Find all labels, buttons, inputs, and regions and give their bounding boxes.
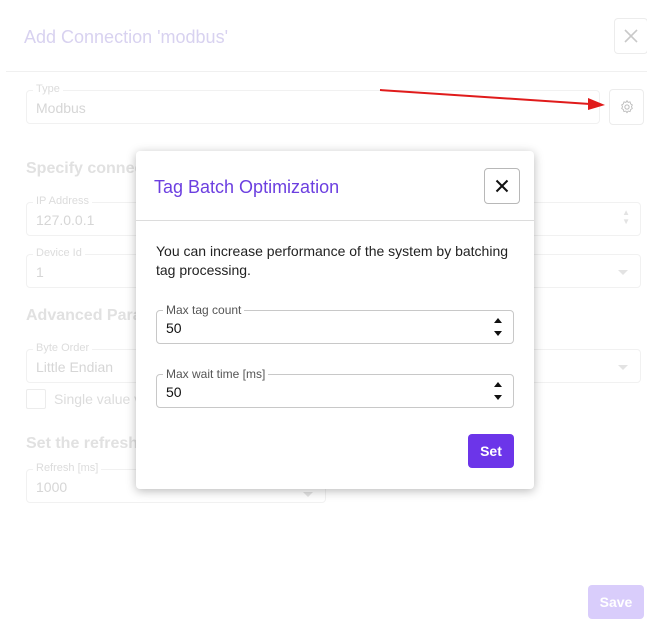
modal-description: You can increase performance of the syst… [156,243,509,278]
max-tag-count-input[interactable]: Max tag count 50 [156,303,514,344]
modal-close-button[interactable] [484,168,520,204]
decrement-icon[interactable] [494,395,502,400]
max-wait-time-input[interactable]: Max wait time [ms] 50 [156,367,514,408]
close-icon [495,179,509,193]
max-wait-time-value: 50 [166,384,182,400]
max-tag-count-label: Max tag count [163,303,245,317]
modal-title: Tag Batch Optimization [154,177,340,197]
modal-divider [136,220,534,221]
tag-batch-optimization-modal: Tag Batch Optimization You can increase … [136,151,534,489]
set-button[interactable]: Set [468,434,514,468]
max-tag-count-stepper[interactable] [493,314,503,340]
max-tag-count-value: 50 [166,320,182,336]
max-wait-time-label: Max wait time [ms] [163,367,269,381]
increment-icon[interactable] [494,382,502,387]
max-wait-time-stepper[interactable] [493,378,503,404]
decrement-icon[interactable] [494,331,502,336]
increment-icon[interactable] [494,318,502,323]
